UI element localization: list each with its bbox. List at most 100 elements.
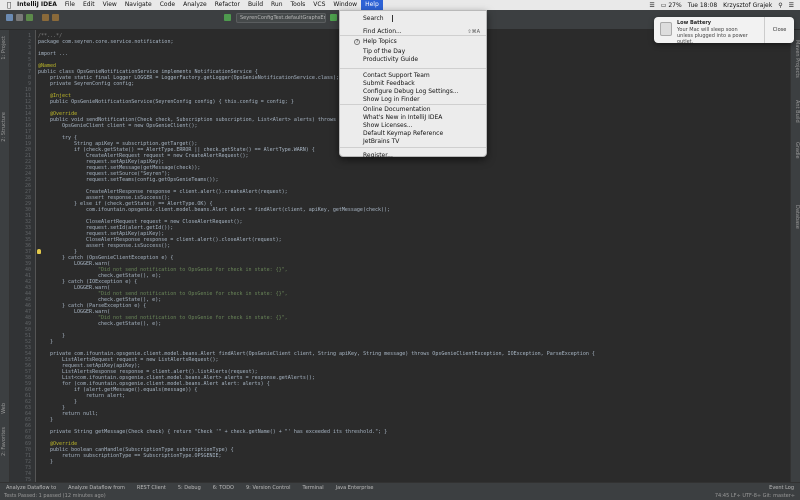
code-line[interactable]: } bbox=[50, 459, 53, 465]
bottom-tool-terminal[interactable]: Terminal bbox=[297, 485, 330, 491]
open-icon[interactable] bbox=[6, 14, 13, 21]
help-menu-item-online-documentation[interactable]: Online Documentation bbox=[340, 106, 486, 114]
help-menu-item-submit-feedback[interactable]: Submit Feedback bbox=[340, 80, 486, 88]
save-icon[interactable] bbox=[16, 14, 23, 21]
run-icon[interactable] bbox=[330, 14, 337, 21]
code-line[interactable]: assert response.isSuccess(); bbox=[86, 243, 170, 249]
code-line[interactable]: return subscriptionType == SubscriptionT… bbox=[62, 453, 222, 459]
code-line[interactable]: import ... bbox=[38, 51, 68, 57]
status-bar: Tests Passed: 1 passed (12 minutes ago) … bbox=[0, 492, 800, 500]
menu-item-label: Find Action... bbox=[363, 28, 402, 35]
left-tool-bar: 1: Project 2: Structure Web 2: Favorites bbox=[0, 30, 10, 482]
tool-tab-project[interactable]: 1: Project bbox=[1, 36, 9, 60]
bottom-tool-java-enterprise[interactable]: Java Enterprise bbox=[330, 485, 380, 491]
tool-tab-maven[interactable]: Maven Projects bbox=[792, 40, 800, 78]
bottom-tool-5-debug[interactable]: 5: Debug bbox=[172, 485, 207, 491]
bottom-tool-6-todo[interactable]: 6: TODO bbox=[207, 485, 240, 491]
help-menu-item-tip-of-the-day[interactable]: Tip of the Day bbox=[340, 48, 486, 56]
menu-refactor[interactable]: Refactor bbox=[211, 0, 244, 10]
code-line[interactable]: } bbox=[74, 399, 77, 405]
help-menu-item-contact-support-team[interactable]: Contact Support Team bbox=[340, 72, 486, 80]
notification-body: Your Mac will sleep soon unless plugged … bbox=[677, 27, 748, 45]
code-line[interactable]: } bbox=[62, 333, 65, 339]
clock[interactable]: Tue 18:08 bbox=[688, 2, 717, 9]
help-menu-item-show-licenses[interactable]: Show Licenses... bbox=[340, 122, 486, 130]
code-line[interactable]: public OpsGenieNotificationService(Seyre… bbox=[50, 99, 294, 105]
bottom-tool-bar: Analyze Dataflow to Analyze Dataflow from… bbox=[0, 482, 800, 492]
code-line[interactable]: private SeyrenConfig config; bbox=[50, 81, 134, 87]
tool-tab-favorites[interactable]: 2: Favorites bbox=[1, 427, 9, 456]
event-log-button[interactable]: Event Log bbox=[769, 485, 800, 491]
bottom-tool-analyze-dataflow-to[interactable]: Analyze Dataflow to bbox=[0, 485, 62, 491]
code-line[interactable]: private String getMessage(Check check) {… bbox=[50, 429, 387, 435]
menu-run[interactable]: Run bbox=[267, 0, 287, 10]
notification-close-button[interactable]: Close bbox=[764, 17, 794, 43]
bottom-tool-analyze-dataflow-from[interactable]: Analyze Dataflow from bbox=[62, 485, 131, 491]
help-menu-item-find-action[interactable]: Find Action... ⇧⌘A bbox=[340, 28, 486, 36]
menubar-items: IntelliJ IDEA File Edit View Navigate Code Ana… bbox=[13, 0, 383, 10]
menubar:  IntelliJ IDEAFileEditViewNavigateCodeA… bbox=[0, 0, 800, 10]
menu-build[interactable]: Build bbox=[244, 0, 267, 10]
menu-intellij-idea[interactable]: IntelliJ IDEA bbox=[13, 0, 61, 10]
help-search-field[interactable]: Search bbox=[345, 14, 481, 23]
run-config-select[interactable]: SeyrenConfigTest.defaultGraphsEnable bbox=[236, 13, 326, 23]
low-battery-notification: Low Battery Your Mac will sleep soon unl… bbox=[654, 17, 794, 45]
menu-navigate[interactable]: Navigate bbox=[121, 0, 156, 10]
battery-percent: 27 bbox=[668, 1, 676, 9]
code-line[interactable]: } bbox=[50, 339, 53, 345]
menu-vcs[interactable]: VCS bbox=[309, 0, 329, 10]
menu-code[interactable]: Code bbox=[156, 0, 179, 10]
help-menu-item-configure-debug-log-settings[interactable]: Configure Debug Log Settings... bbox=[340, 88, 486, 96]
help-menu-item-register[interactable]: Register... bbox=[340, 152, 486, 160]
build-icon[interactable] bbox=[224, 14, 231, 21]
code-line[interactable]: OpsGenieClient client = new OpsGenieClie… bbox=[62, 123, 197, 129]
code-line[interactable]: return alert; bbox=[86, 393, 125, 399]
user-name[interactable]: Krzysztof Grajek bbox=[723, 2, 772, 9]
menu-item-label: Tip of the Day bbox=[363, 48, 406, 55]
help-menu-item-jetbrains-tv[interactable]: JetBrains TV bbox=[340, 138, 486, 146]
help-menu-item-productivity-guide[interactable]: Productivity Guide bbox=[340, 56, 486, 64]
forward-icon[interactable] bbox=[52, 14, 59, 21]
tool-tab-structure[interactable]: 2: Structure bbox=[1, 112, 9, 142]
menu-analyze[interactable]: Analyze bbox=[179, 0, 211, 10]
help-icon: ? bbox=[354, 39, 360, 45]
menu-edit[interactable]: Edit bbox=[79, 0, 99, 10]
search-icon[interactable]: ⚲ bbox=[778, 2, 782, 9]
back-icon[interactable] bbox=[42, 14, 49, 21]
menu-help[interactable]: Help bbox=[361, 0, 383, 10]
bottom-tool-9-version-control[interactable]: 9: Version Control bbox=[240, 485, 297, 491]
menu-tools[interactable]: Tools bbox=[287, 0, 310, 10]
sync-icon[interactable] bbox=[26, 14, 33, 21]
help-menu-item-what-s-new-in-intellij-idea[interactable]: What's New in IntelliJ IDEA bbox=[340, 114, 486, 122]
wifi-icon[interactable]: ☰ bbox=[649, 2, 654, 9]
line-number-gutter[interactable]: 1 2 3 4 5 6 7 8 9 10 11 12 13 14 15 16 17 18 19 20 21 22 23 24 2… bbox=[10, 30, 36, 483]
menu-item-label: Default Keymap Reference bbox=[363, 130, 444, 137]
menu-file[interactable]: File bbox=[61, 0, 79, 10]
code-line[interactable]: } bbox=[50, 417, 53, 423]
code-line[interactable]: request.setTeams(config.getOpsGenieTeams… bbox=[86, 177, 218, 183]
help-menu-item-default-keymap-reference[interactable]: Default Keymap Reference bbox=[340, 130, 486, 138]
menu-item-label: Show Log in Finder bbox=[363, 96, 420, 103]
text-caret bbox=[391, 15, 393, 22]
code-line[interactable]: check.getState(), e); bbox=[98, 321, 161, 327]
menu-item-label: Help Topics bbox=[363, 38, 397, 45]
list-icon[interactable]: ☰ bbox=[789, 2, 794, 9]
help-menu-item-help-topics[interactable]: Help Topics? bbox=[340, 38, 486, 46]
menu-view[interactable]: View bbox=[99, 0, 121, 10]
lightbulb-icon[interactable] bbox=[37, 249, 41, 254]
code-line[interactable]: package com.seyren.core.service.notifica… bbox=[38, 39, 173, 45]
apple-icon[interactable]:  bbox=[5, 1, 13, 9]
tool-tab-gradle[interactable]: Gradle bbox=[792, 142, 800, 159]
code-line[interactable]: com.ifountain.opsgenie.client.model.bean… bbox=[86, 207, 390, 213]
code-line[interactable]: return null; bbox=[62, 411, 98, 417]
battery-icon[interactable]: ▭ 27% bbox=[661, 2, 682, 9]
bottom-tool-rest-client[interactable]: REST Client bbox=[131, 485, 172, 491]
menu-item-label: Show Licenses... bbox=[363, 122, 413, 129]
tool-tab-database[interactable]: Database bbox=[792, 205, 800, 229]
menu-window[interactable]: Window bbox=[329, 0, 361, 10]
tool-tab-ant[interactable]: Ant Build bbox=[792, 100, 800, 123]
menu-item-label: Configure Debug Log Settings... bbox=[363, 88, 459, 95]
help-menu-item-show-log-in-finder[interactable]: Show Log in Finder bbox=[340, 96, 486, 104]
tool-tab-web[interactable]: Web bbox=[1, 403, 9, 414]
status-right[interactable]: 74:45 LF÷ UTF-8÷ Git: master÷ bbox=[715, 493, 800, 499]
